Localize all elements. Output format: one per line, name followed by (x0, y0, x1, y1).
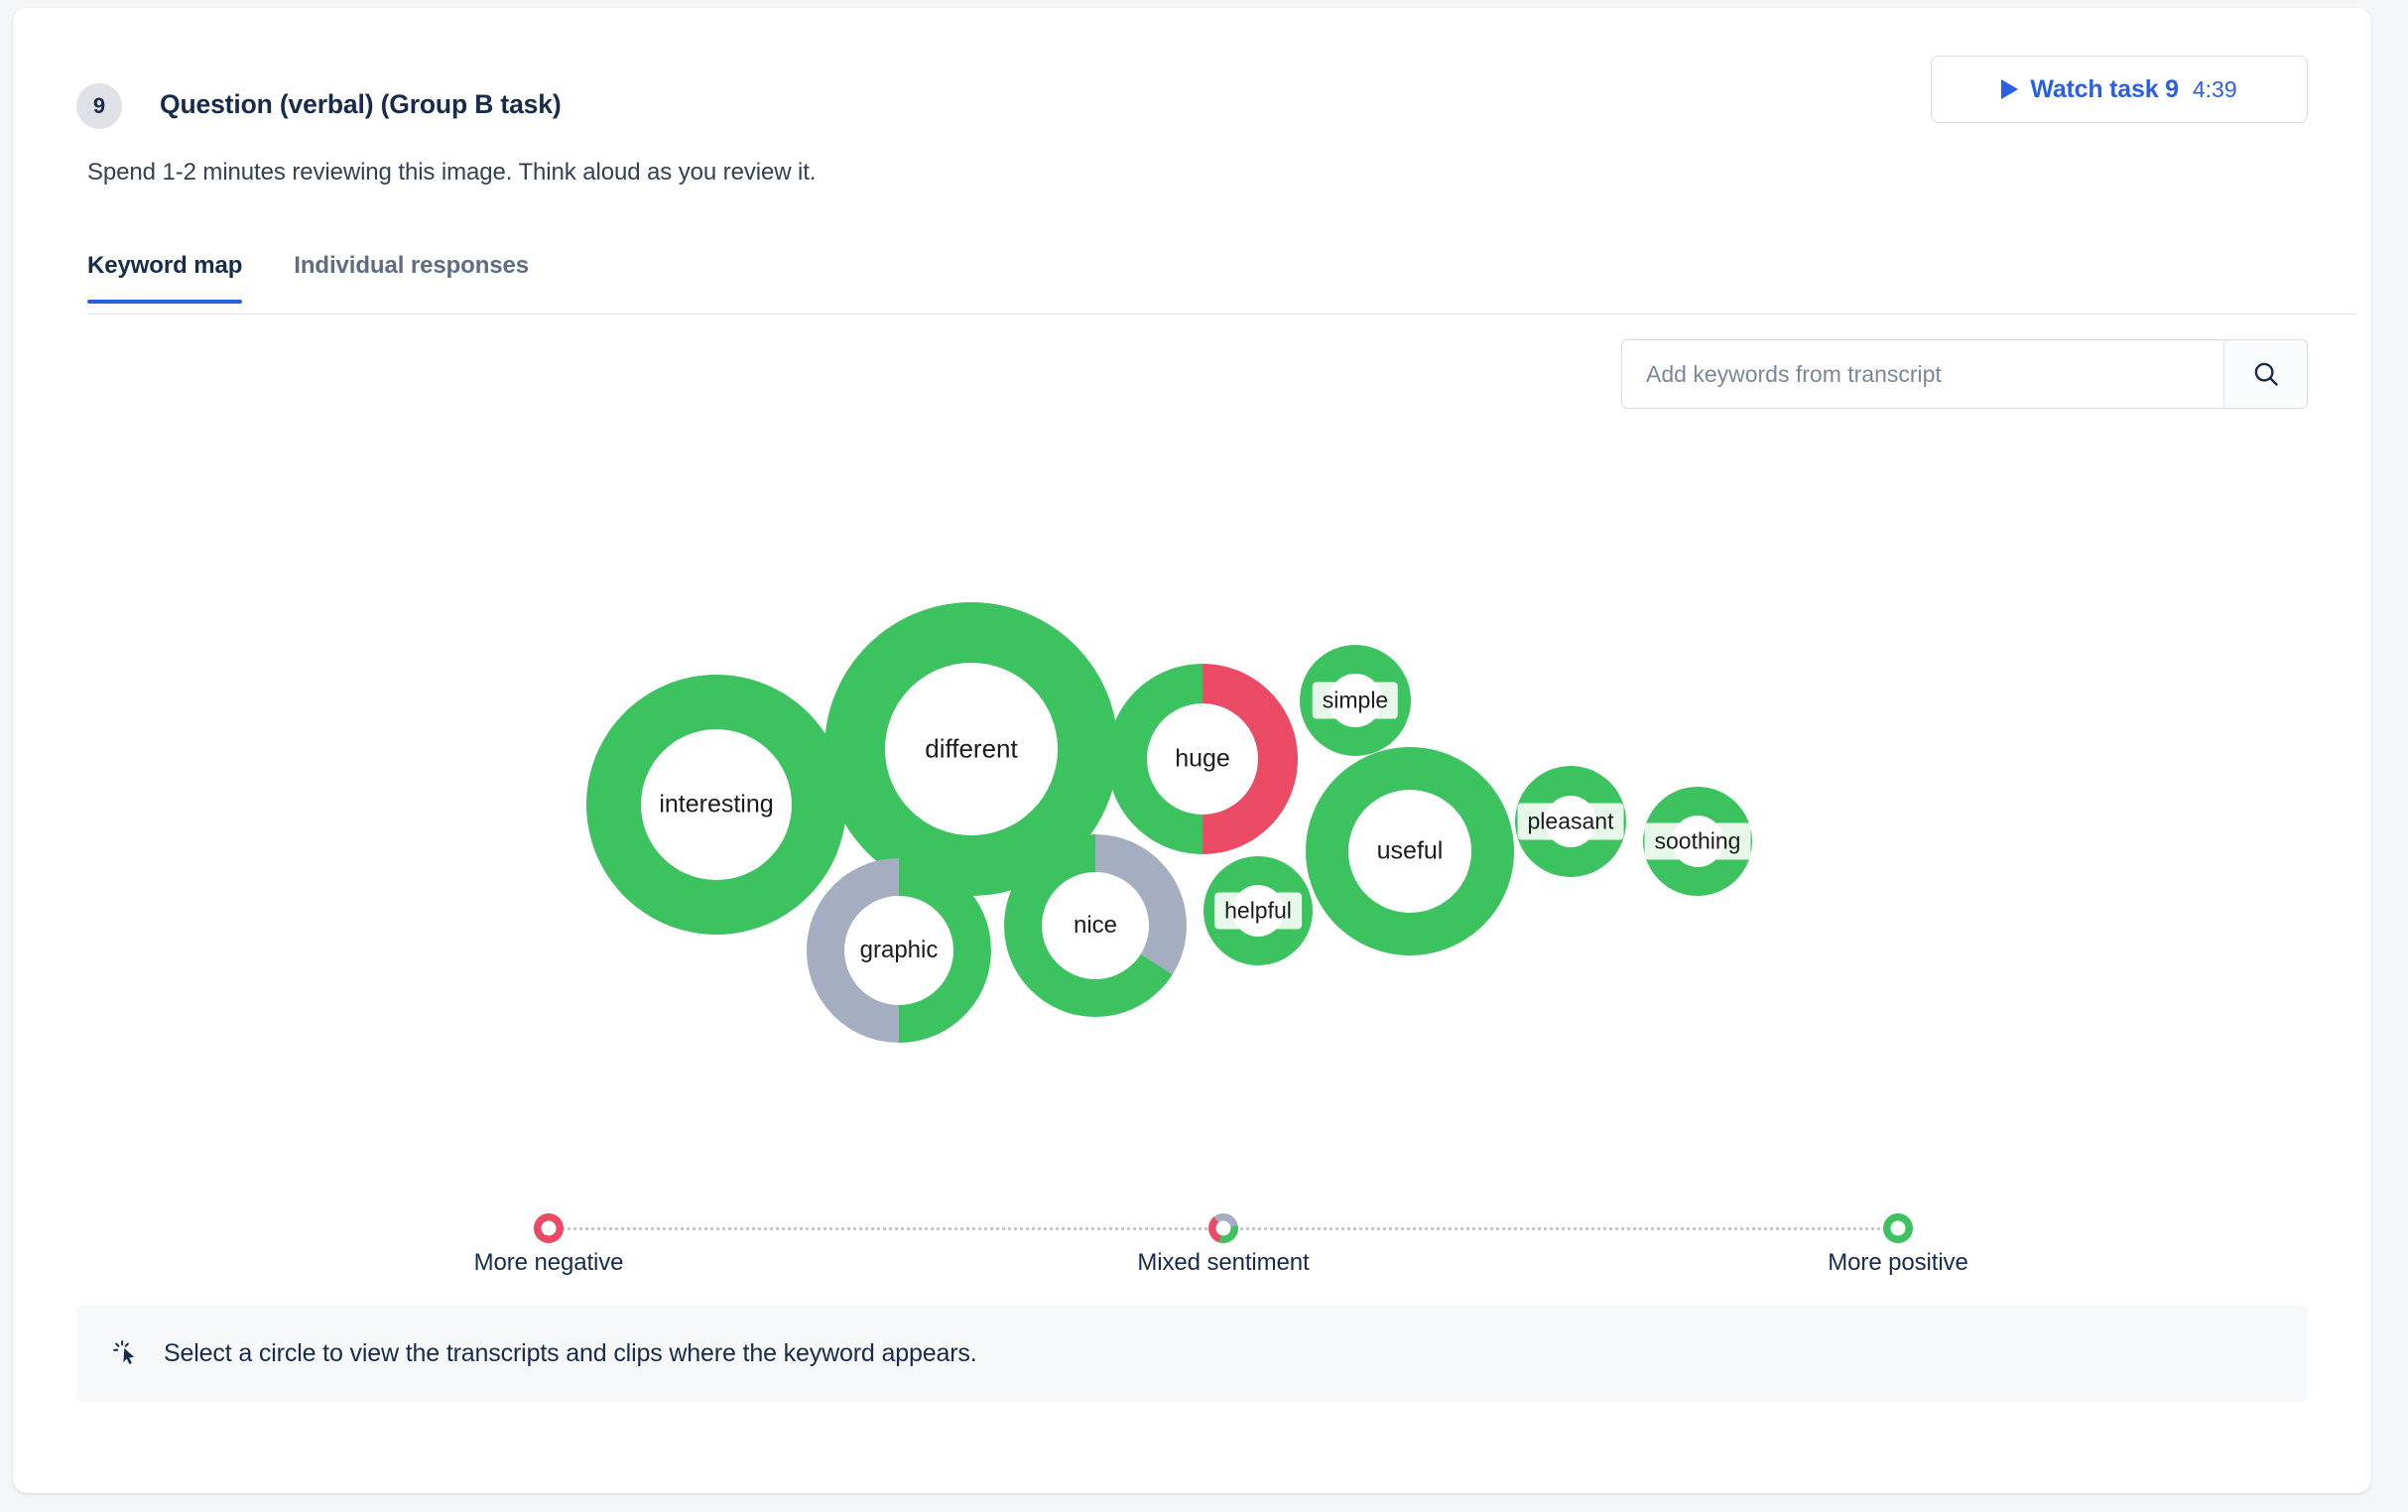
keyword-bubble-map: interesting different graphic nice huge simpl… (13, 425, 2371, 1159)
question-subtitle: Spend 1-2 minutes reviewing this image. … (87, 159, 817, 186)
search-icon (2254, 362, 2278, 386)
search-button[interactable] (2223, 340, 2307, 408)
legend-marker-hole (1890, 1220, 1906, 1236)
question-card: 9 Question (verbal) (Group B task) Spend… (13, 8, 2371, 1493)
bubble-hole (1042, 872, 1149, 979)
keyword-bubble-helpful[interactable]: helpful (1204, 856, 1313, 965)
keyword-search (1621, 339, 2308, 409)
keyword-bubble-soothing[interactable]: soothing (1643, 787, 1752, 896)
question-number-badge: 9 (76, 83, 122, 129)
bubble-hole (1147, 703, 1258, 815)
bubble-hole (641, 729, 792, 880)
keyword-bubble-huge[interactable]: huge (1107, 664, 1298, 854)
card-header: 9 Question (verbal) (Group B task) Spend… (13, 8, 2371, 186)
play-icon (2001, 79, 2019, 99)
keyword-bubble-pleasant[interactable]: pleasant (1515, 766, 1626, 877)
keyword-bubble-graphic[interactable]: graphic (807, 858, 991, 1043)
legend-marker-more-positive (1883, 1213, 1913, 1243)
legend-label-mixed-sentiment: Mixed sentiment (1137, 1249, 1310, 1276)
keyword-bubble-useful[interactable]: useful (1306, 747, 1514, 955)
legend-marker-mixed-sentiment (1208, 1213, 1238, 1243)
legend-marker-hole (1215, 1220, 1231, 1236)
legend-label-more-negative: More negative (473, 1249, 624, 1276)
app-root: 9 Question (verbal) (Group B task) Spend… (0, 0, 2408, 1512)
keyword-bubble-nice[interactable]: nice (1004, 834, 1187, 1017)
legend-label-more-positive: More positive (1828, 1249, 1968, 1276)
bubble-hole (885, 663, 1058, 835)
bubble-hole (1672, 816, 1723, 867)
tab-individual-responses[interactable]: Individual responses (294, 252, 529, 302)
tab-keyword-map[interactable]: Keyword map (87, 252, 243, 304)
selection-hint-text: Select a circle to view the transcripts … (164, 1339, 977, 1367)
bubble-hole (1545, 796, 1596, 847)
watch-task-button[interactable]: Watch task 9 4:39 (1931, 56, 2308, 123)
bubble-hole (1329, 674, 1382, 727)
watch-task-duration: 4:39 (2192, 75, 2237, 102)
bubble-hole (844, 896, 953, 1005)
search-input[interactable] (1622, 340, 2223, 408)
page-title: Question (verbal) (Group B task) (160, 89, 562, 119)
tab-bar: Keyword map Individual responses (87, 252, 2356, 315)
tab-individual-responses-label: Individual responses (294, 252, 530, 279)
bubble-hole (1232, 885, 1284, 937)
sentiment-scale: More negative Mixed sentiment More posit… (13, 1194, 2371, 1303)
tab-keyword-map-label: Keyword map (87, 252, 243, 279)
watch-task-label: Watch task 9 (2030, 74, 2179, 103)
selection-hint-bar: Select a circle to view the transcripts … (76, 1306, 2308, 1402)
keyword-bubble-interesting[interactable]: interesting (586, 675, 846, 935)
legend-marker-more-negative (534, 1213, 564, 1243)
bubble-hole (1348, 790, 1471, 913)
keyword-bubble-simple[interactable]: simple (1300, 645, 1411, 756)
click-cursor-icon (113, 1339, 135, 1364)
legend-marker-hole (541, 1220, 557, 1236)
